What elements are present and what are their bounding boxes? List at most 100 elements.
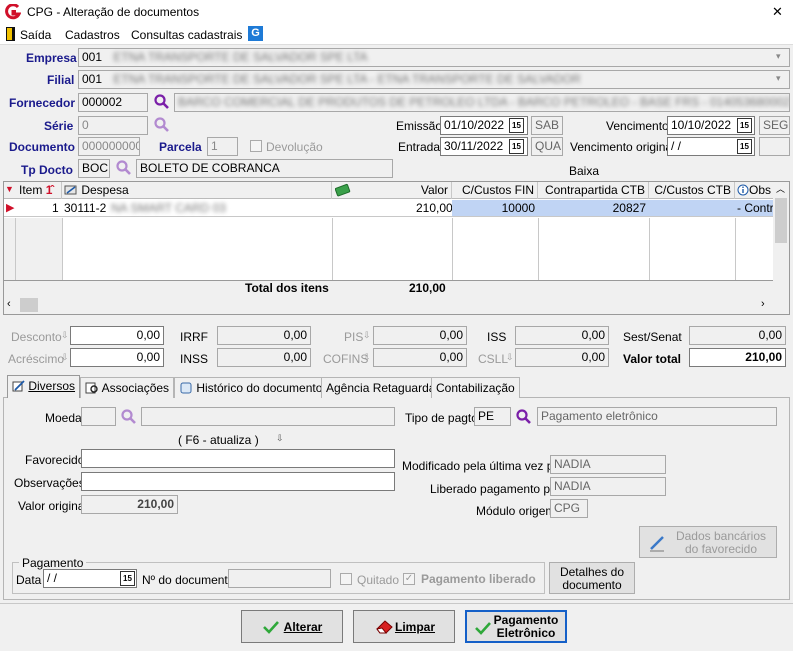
col-contrapartida[interactable]: Contrapartida CTB <box>538 182 649 199</box>
acrescimo-field[interactable]: 0,00 <box>70 348 164 367</box>
grid-line <box>332 218 333 280</box>
emissao-label: Emissão <box>396 119 443 133</box>
check-icon <box>475 622 491 635</box>
search-icon[interactable] <box>120 408 138 426</box>
limpar-button[interactable]: Limpar <box>353 610 455 643</box>
row-obs: - Contra <box>737 201 773 215</box>
scroll-thumb[interactable] <box>775 198 787 243</box>
tab-historico[interactable]: Histórico do documento <box>174 377 328 398</box>
dados-bancarios-button[interactable]: Dados bancários do favorecido <box>639 526 777 558</box>
hscroll-thumb[interactable] <box>20 298 38 312</box>
tab-contabilizacao-label: Contabilização <box>436 381 515 395</box>
scroll-up-icon[interactable]: ︿ <box>776 182 785 195</box>
scroll-right-icon[interactable]: › <box>761 298 765 310</box>
calendar-icon[interactable]: 15 <box>120 571 135 586</box>
tab-contabilizacao[interactable]: Contabilização <box>431 377 520 398</box>
col-ccfin[interactable]: C/Custos FIN <box>452 182 538 199</box>
menu-cadastros[interactable]: Cadastros <box>65 28 120 42</box>
chevron-down-icon[interactable]: ▾ <box>776 51 781 62</box>
calendar-icon[interactable]: 15 <box>509 139 524 154</box>
menu-saida[interactable]: Saída <box>20 28 51 42</box>
table-row[interactable]: ▶ 1 30111-2 NA SMART CARD 03 210,00 1000… <box>4 200 773 217</box>
menu-bar: Saída Cadastros Consultas cadastrais G <box>0 24 793 45</box>
filial-name: ETNA TRANSPORTE DE SALVADOR SPE LTA - ET… <box>113 72 581 86</box>
grid-sort-icon[interactable]: ▼ <box>5 184 14 194</box>
grid-line <box>649 218 650 280</box>
app-g-icon[interactable]: G <box>248 26 263 41</box>
chevron-down-icon[interactable]: ▾ <box>776 73 781 84</box>
search-icon[interactable] <box>515 408 533 426</box>
cofins-field: 0,00 <box>373 348 467 367</box>
col-valor[interactable]: Valor <box>332 182 452 199</box>
serie-field[interactable]: 0 <box>78 116 148 135</box>
valor-original-label: Valor original <box>18 499 88 513</box>
fornecedor-code-field[interactable]: 000002 <box>78 93 148 112</box>
tipo-pagto-name-field: Pagamento eletrônico <box>537 407 777 426</box>
sort-asc-icon: 1̂ <box>45 183 53 197</box>
iss-field: 0,00 <box>515 326 609 345</box>
iss-label: ISS <box>487 330 507 344</box>
valor-total-label: Valor total <box>623 352 682 366</box>
bottom-divider <box>0 603 793 604</box>
row-item: 1 <box>52 201 59 215</box>
tab-agencia[interactable]: Agência Retaguarda <box>321 377 441 398</box>
serie-label: Série <box>44 119 74 133</box>
valor-total-field: 210,00 <box>689 348 786 367</box>
detalhes-documento-label: Detalhes do documento <box>559 565 625 592</box>
ndoc-label: Nº do documento <box>142 573 235 587</box>
menu-consultas[interactable]: Consultas cadastrais <box>131 28 242 42</box>
col-obs[interactable]: Obs <box>735 182 773 199</box>
sort-icon: ⇩ <box>363 352 371 362</box>
liberado-label: Liberado pagamento por <box>430 482 561 496</box>
grid-line <box>538 218 539 280</box>
horizontal-scrollbar[interactable]: ‹ › <box>4 296 789 314</box>
parcela-label: Parcela <box>159 140 202 154</box>
documento-field[interactable]: 0000000001 <box>78 137 140 156</box>
col-item-label: Item <box>19 183 43 197</box>
pis-label: PIS <box>344 330 364 344</box>
tpdocto-code-field[interactable]: BOC <box>78 159 110 178</box>
sest-field: 0,00 <box>689 326 786 345</box>
scroll-left-icon[interactable]: ‹ <box>7 298 11 310</box>
close-icon[interactable]: ✕ <box>772 4 783 20</box>
observacoes-field[interactable] <box>81 472 395 491</box>
quitado-checkbox[interactable] <box>340 573 352 585</box>
desconto-field[interactable]: 0,00 <box>70 326 164 345</box>
search-icon[interactable] <box>153 116 171 134</box>
observacoes-label: Observações <box>14 476 85 490</box>
vencorig-label: Vencimento original <box>570 140 675 154</box>
col-despesa[interactable]: Despesa <box>62 182 332 199</box>
fornecedor-label: Fornecedor <box>9 96 76 110</box>
liberado-checkbox[interactable]: ✓ <box>403 573 415 585</box>
empresa-combo[interactable]: 001 ETNA TRANSPORTE DE SALVADOR SPE LTA <box>78 48 790 67</box>
calendar-icon[interactable]: 15 <box>509 118 524 133</box>
tab-diversos[interactable]: Diversos <box>7 375 81 398</box>
ndoc-field <box>228 569 331 588</box>
money-icon <box>335 183 351 197</box>
filial-combo[interactable]: 001 ETNA TRANSPORTE DE SALVADOR SPE LTA … <box>78 70 790 89</box>
calendar-icon[interactable]: 15 <box>737 139 752 154</box>
eraser-icon <box>376 620 393 634</box>
parcela-field[interactable]: 1 <box>207 137 238 156</box>
vertical-scrollbar[interactable]: ︿ <box>773 182 789 296</box>
search-icon[interactable] <box>153 93 171 111</box>
col-item[interactable]: Item 1̂ <box>15 182 62 199</box>
moeda-label: Moeda <box>45 411 82 425</box>
search-icon[interactable] <box>115 159 133 177</box>
grid-line <box>735 218 736 280</box>
empresa-label: Empresa <box>26 51 77 65</box>
grid-fixed-col <box>4 218 62 280</box>
documento-label: Documento <box>9 140 75 154</box>
favorecido-field[interactable] <box>81 449 395 468</box>
alterar-button[interactable]: Alterar <box>241 610 343 643</box>
detalhes-documento-button[interactable]: Detalhes do documento <box>549 562 635 594</box>
pagamento-eletronico-button[interactable]: Pagamento Eletrônico <box>465 610 567 643</box>
col-ccctb[interactable]: C/Custos CTB <box>649 182 735 199</box>
pis-field: 0,00 <box>373 326 467 345</box>
calendar-icon[interactable]: 15 <box>737 118 752 133</box>
search-doc-icon <box>85 382 98 394</box>
moeda-code-field[interactable] <box>81 407 116 426</box>
devolucao-checkbox[interactable] <box>250 140 262 152</box>
tab-associacoes[interactable]: Associações <box>80 377 175 398</box>
tipo-pagto-code-field[interactable]: PE <box>474 407 511 426</box>
